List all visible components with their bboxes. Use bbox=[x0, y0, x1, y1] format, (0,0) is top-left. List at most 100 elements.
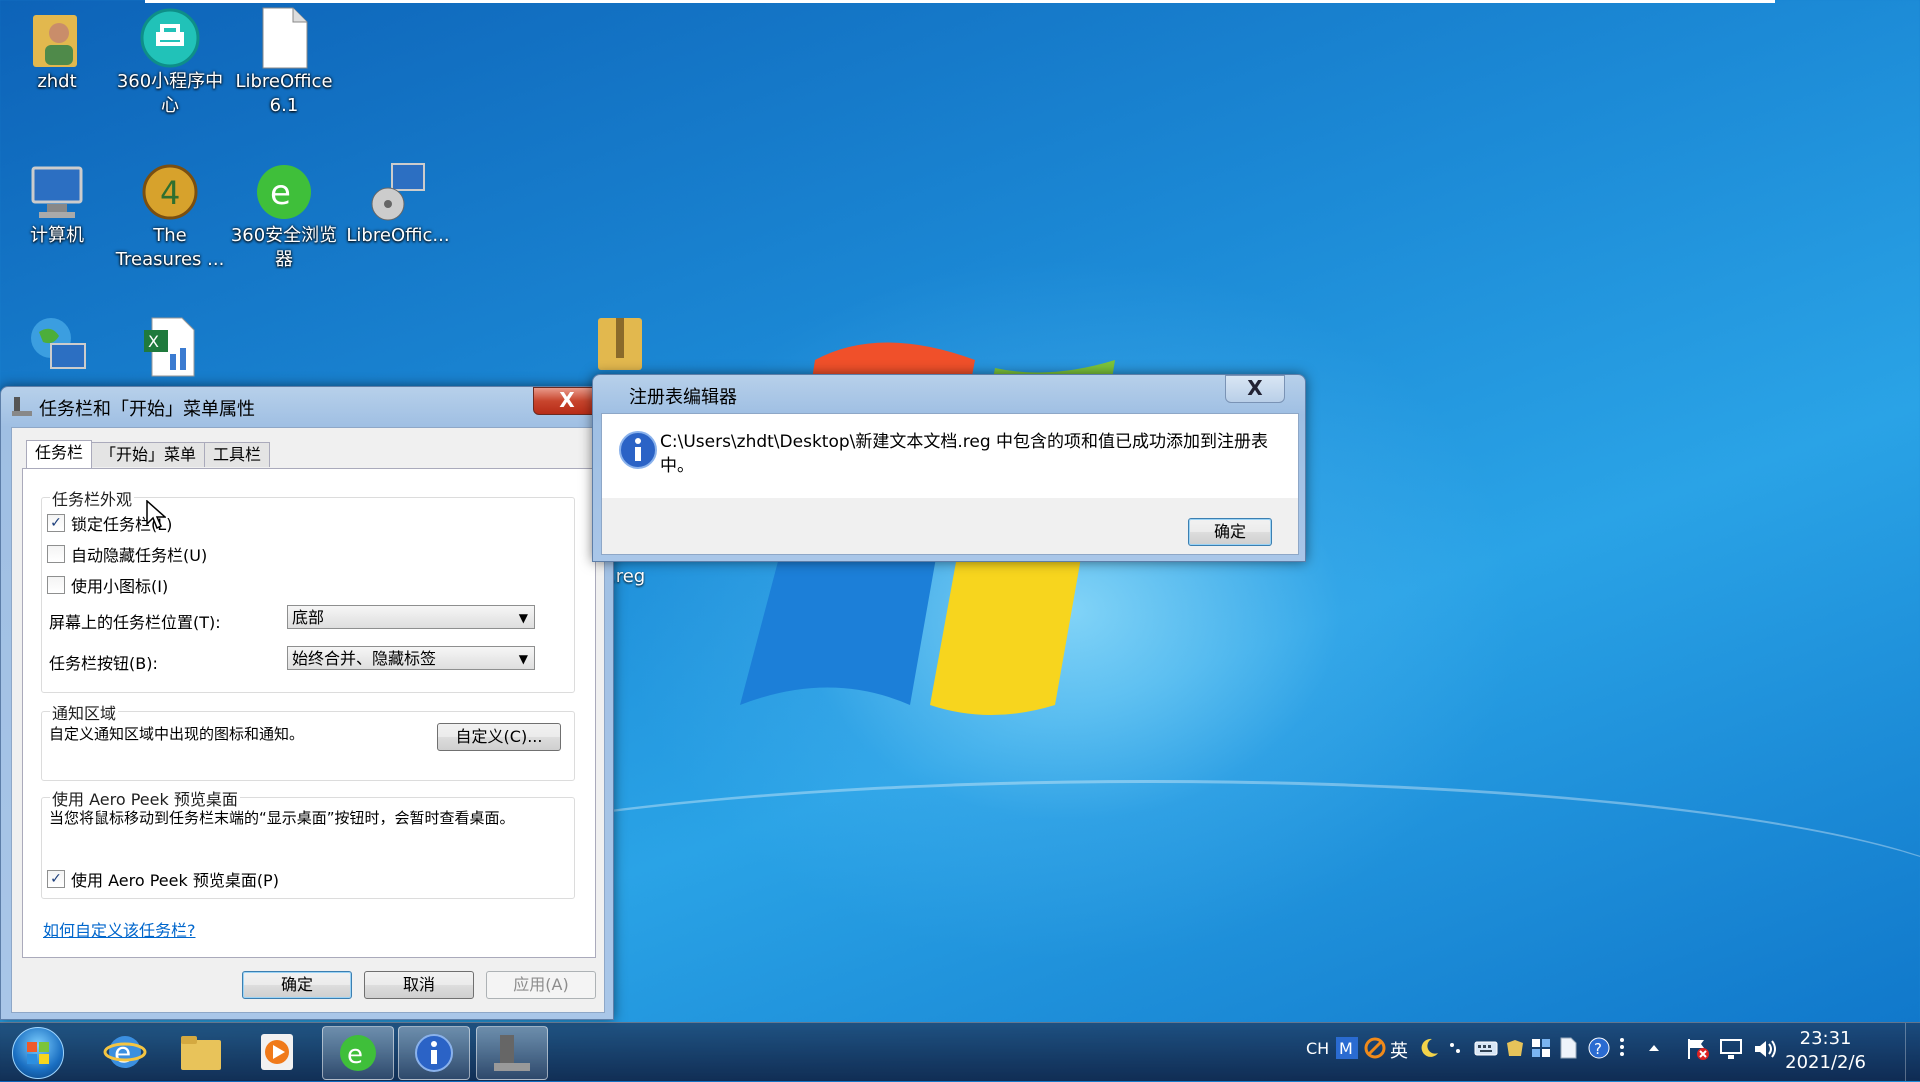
excel-file-icon: X bbox=[138, 314, 202, 378]
autohide-taskbar-checkbox[interactable]: 自动隐藏任务栏(U) bbox=[47, 542, 207, 566]
dialog-title: 注册表编辑器 bbox=[629, 387, 737, 408]
punctuation-icon[interactable] bbox=[1446, 1037, 1466, 1063]
wallpaper-top-line bbox=[145, 0, 1775, 3]
aero-peek-checkbox[interactable]: ✓ 使用 Aero Peek 预览桌面(P) bbox=[47, 867, 279, 891]
internet-explorer-icon: e bbox=[103, 1036, 147, 1069]
cancel-button[interactable]: 取消 bbox=[364, 971, 474, 999]
checkbox-checked-icon: ✓ bbox=[47, 514, 65, 532]
desktop-icon-computer[interactable]: 计算机 bbox=[2, 160, 112, 248]
checkbox-unchecked-icon bbox=[47, 545, 65, 563]
select-value: 底部 bbox=[292, 608, 325, 627]
registry-editor-dialog: 注册表编辑器 X C:\Users\zhdt\Desktop\新建文本文档.re… bbox=[592, 374, 1306, 562]
desktop-icon-libreoffice-installer[interactable]: LibreOffic... bbox=[343, 160, 453, 248]
checkbox-label: 使用小图标(I) bbox=[71, 577, 169, 596]
document-shortcut-icon bbox=[252, 6, 316, 70]
zip-folder-icon bbox=[588, 310, 652, 374]
group-title: 通知区域 bbox=[50, 700, 119, 724]
taskbar-properties-button[interactable] bbox=[476, 1026, 548, 1080]
show-hidden-icons-icon[interactable] bbox=[1646, 1037, 1662, 1063]
svg-text:e: e bbox=[114, 1036, 131, 1069]
taskbar-media-player-button[interactable] bbox=[242, 1026, 312, 1078]
message-text: C:\Users\zhdt\Desktop\新建文本文档.reg 中包含的项和值… bbox=[660, 432, 1269, 476]
taskbar-registry-dialog-button[interactable] bbox=[398, 1026, 470, 1080]
network-icon[interactable] bbox=[1718, 1037, 1744, 1065]
clock-date: 2021/2/6 bbox=[1785, 1052, 1866, 1073]
ime-settings-icon[interactable] bbox=[1616, 1035, 1628, 1063]
desktop-icon-the-treasures[interactable]: 4 The Treasures ... bbox=[115, 160, 225, 272]
svg-text:4: 4 bbox=[160, 174, 180, 212]
taskbar-explorer-button[interactable] bbox=[166, 1026, 236, 1078]
message-area: C:\Users\zhdt\Desktop\新建文本文档.reg 中包含的项和值… bbox=[602, 414, 1298, 498]
dropdown-arrow-icon: ▼ bbox=[518, 611, 528, 625]
checkbox-label: 自动隐藏任务栏(U) bbox=[71, 546, 208, 565]
dialog-body: C:\Users\zhdt\Desktop\新建文本文档.reg 中包含的项和值… bbox=[601, 413, 1299, 555]
taskbar-properties-dialog: 任务栏和「开始」菜单属性 X 任务栏 「开始」菜单 工具栏 任务栏外观 ✓ 锁定… bbox=[0, 386, 614, 1020]
desktop-icon-zhdt[interactable]: zhdt bbox=[2, 6, 112, 94]
action-center-flag-icon[interactable] bbox=[1686, 1037, 1710, 1065]
ime-m-icon[interactable]: M bbox=[1336, 1037, 1358, 1063]
keyboard-icon[interactable] bbox=[1474, 1037, 1498, 1063]
start-button[interactable] bbox=[12, 1027, 64, 1079]
game-icon: 4 bbox=[138, 160, 202, 224]
volume-icon[interactable] bbox=[1752, 1037, 1778, 1065]
checkbox-unchecked-icon bbox=[47, 576, 65, 594]
desktop-icon-network[interactable] bbox=[2, 314, 112, 378]
taskbar-properties-icon bbox=[494, 1035, 530, 1071]
taskbar-360-browser-button[interactable]: e bbox=[322, 1026, 394, 1080]
clock[interactable]: 23:31 2021/2/6 bbox=[1785, 1027, 1866, 1075]
skin-icon[interactable] bbox=[1504, 1037, 1526, 1063]
dialog-title: 任务栏和「开始」菜单属性 bbox=[39, 399, 255, 420]
ok-button[interactable]: 确定 bbox=[242, 971, 352, 999]
moon-icon[interactable] bbox=[1418, 1037, 1440, 1063]
info-icon bbox=[618, 430, 658, 474]
desktop-icon-360-browser[interactable]: e 360安全浏览器 bbox=[229, 160, 339, 272]
close-button[interactable]: X bbox=[1225, 375, 1285, 403]
show-desktop-button[interactable] bbox=[1905, 1023, 1920, 1081]
user-folder-icon bbox=[25, 6, 89, 70]
taskbar-position-select[interactable]: 底部 ▼ bbox=[287, 605, 535, 629]
media-player-icon bbox=[261, 1034, 293, 1070]
customize-button[interactable]: 自定义(C)... bbox=[437, 723, 561, 751]
tab-toolbars[interactable]: 工具栏 bbox=[204, 442, 271, 467]
mouse-cursor-icon bbox=[146, 500, 166, 530]
taskbar-ie-button[interactable]: e bbox=[90, 1026, 160, 1078]
ime-mode-indicator[interactable]: 英 bbox=[1390, 1037, 1408, 1063]
ime-forbidden-icon[interactable] bbox=[1364, 1037, 1386, 1063]
desktop-icon-360-miniprogram[interactable]: 360小程序中心 bbox=[115, 6, 225, 118]
installer-icon bbox=[366, 160, 430, 224]
tab-start-menu[interactable]: 「开始」菜单 bbox=[91, 442, 206, 467]
toolbox-icon[interactable] bbox=[1530, 1037, 1552, 1063]
tab-taskbar[interactable]: 任务栏 bbox=[26, 440, 93, 468]
select-value: 始终合并、隐藏标签 bbox=[292, 649, 437, 668]
language-indicator[interactable]: CH bbox=[1306, 1039, 1329, 1058]
svg-text:e: e bbox=[270, 173, 291, 213]
group-title: 使用 Aero Peek 预览桌面 bbox=[50, 786, 240, 810]
partial-file-label: .reg bbox=[610, 566, 646, 587]
notification-area-description: 自定义通知区域中出现的图标和通知。 bbox=[49, 725, 305, 743]
apply-button[interactable]: 应用(A) bbox=[486, 971, 596, 999]
taskbar-buttons-select[interactable]: 始终合并、隐藏标签 ▼ bbox=[287, 646, 535, 670]
taskbar-position-label: 屏幕上的任务栏位置(T): bbox=[49, 613, 221, 632]
ok-button[interactable]: 确定 bbox=[1188, 518, 1272, 546]
help-icon[interactable]: ? bbox=[1588, 1037, 1610, 1063]
document-icon[interactable] bbox=[1558, 1037, 1578, 1063]
network-globe-icon bbox=[25, 314, 89, 378]
close-button[interactable]: X bbox=[533, 387, 601, 415]
group-title: 任务栏外观 bbox=[50, 486, 135, 510]
taskbar-buttons-label: 任务栏按钮(B): bbox=[49, 654, 158, 673]
dropdown-arrow-icon: ▼ bbox=[518, 652, 528, 666]
360-browser-icon: e bbox=[252, 160, 316, 224]
windows-logo-icon bbox=[27, 1042, 49, 1064]
desktop-icon-libreoffice-61[interactable]: LibreOffice 6.1 bbox=[229, 6, 339, 118]
computer-icon bbox=[25, 160, 89, 224]
checkbox-checked-icon: ✓ bbox=[47, 870, 65, 888]
svg-text:M: M bbox=[1339, 1039, 1353, 1058]
360-miniprogram-icon bbox=[138, 6, 202, 70]
help-link[interactable]: 如何自定义该任务栏? bbox=[43, 917, 196, 941]
small-icons-checkbox[interactable]: 使用小图标(I) bbox=[47, 573, 168, 597]
taskbar-properties-icon bbox=[11, 395, 33, 421]
desktop-icon-excel-file[interactable]: X bbox=[115, 314, 225, 378]
svg-text:?: ? bbox=[1594, 1040, 1602, 1058]
desktop-icon-zip-folder[interactable] bbox=[565, 310, 675, 374]
tab-strip: 任务栏 「开始」菜单 工具栏 bbox=[26, 440, 271, 468]
